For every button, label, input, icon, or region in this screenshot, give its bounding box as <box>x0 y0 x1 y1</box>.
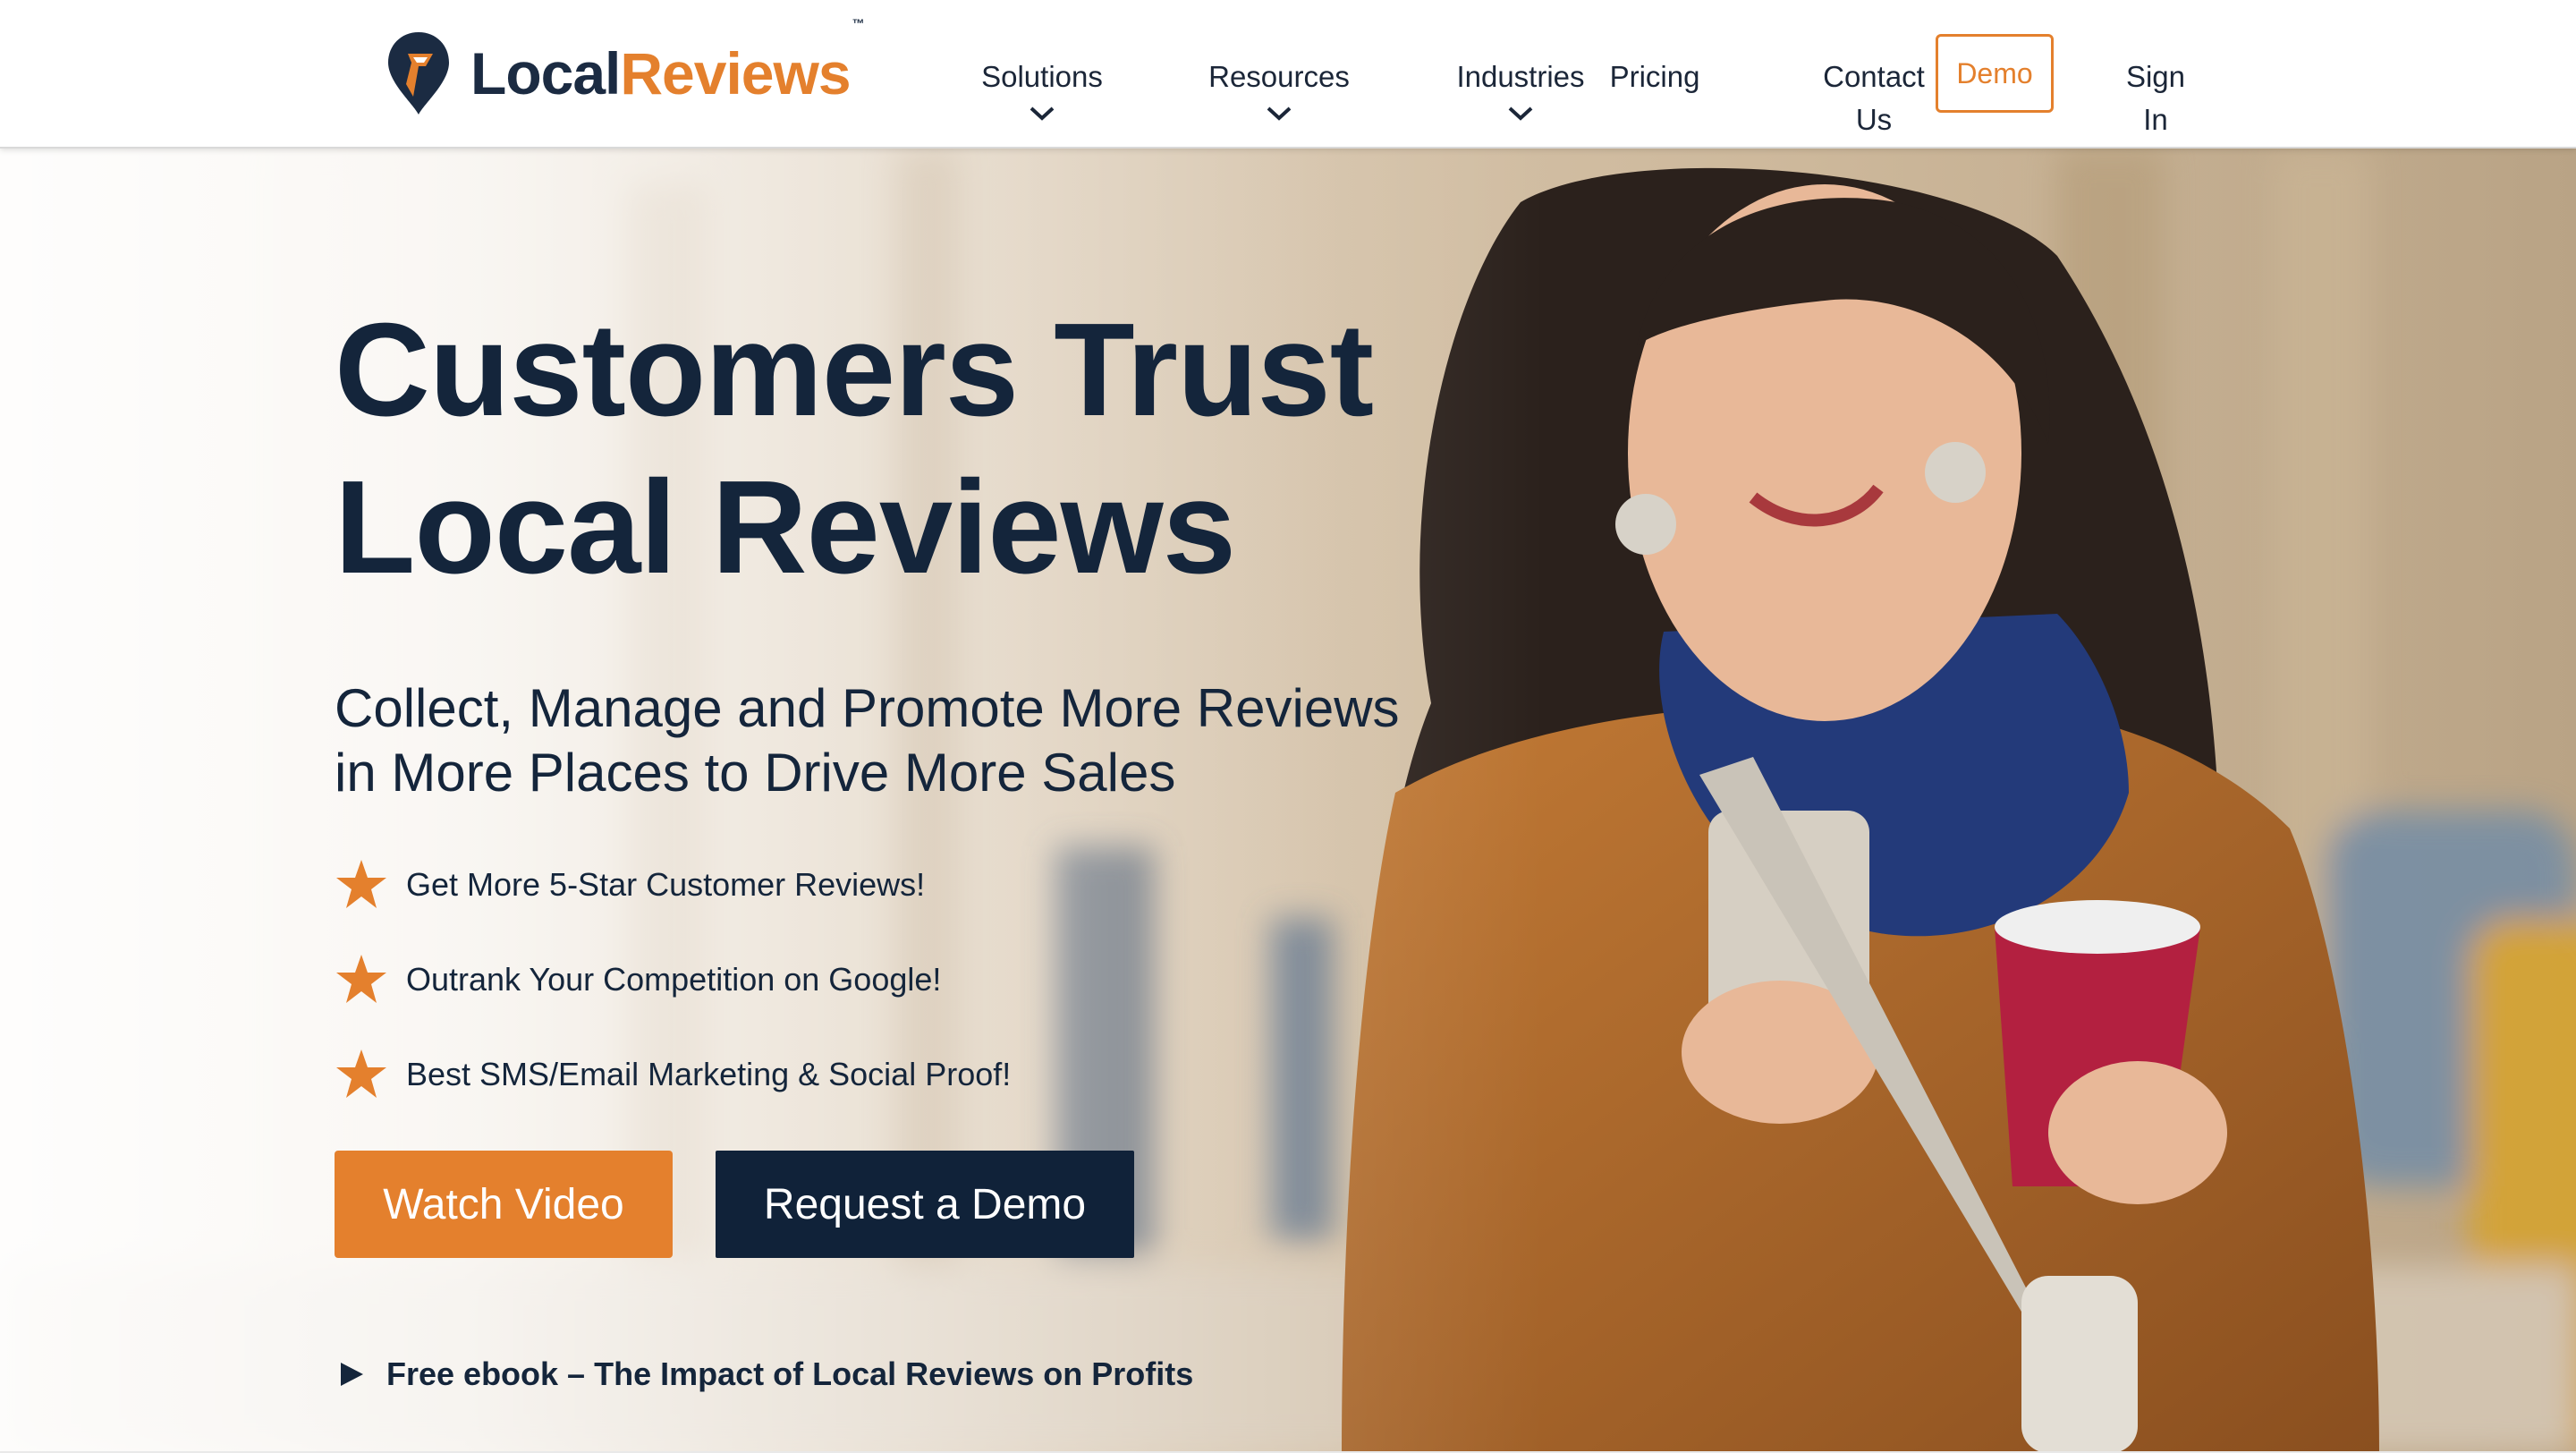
logo-wordmark: LocalReviews™ <box>470 17 865 103</box>
feature-bullet-text: Best SMS/Email Marketing & Social Proof! <box>406 1056 1012 1092</box>
nav-sign-in[interactable]: Sign In <box>2102 55 2209 141</box>
demo-button[interactable]: Demo <box>1936 34 2054 113</box>
star-icon <box>336 955 386 1003</box>
feature-bullet-text: Get More 5-Star Customer Reviews! <box>406 866 926 903</box>
free-ebook-link[interactable]: Free ebook – The Impact of Local Reviews… <box>338 1347 1193 1401</box>
sign-in-label-line2: In <box>2143 103 2168 136</box>
map-pin-logo-icon <box>388 32 449 115</box>
sign-in-label-line1: Sign <box>2125 60 2186 93</box>
star-icon <box>336 1049 386 1098</box>
nav-industries-label: Industries <box>1456 60 1585 93</box>
chevron-down-icon <box>1267 106 1292 121</box>
chevron-down-icon <box>1030 106 1055 121</box>
watch-video-button[interactable]: Watch Video <box>335 1151 673 1258</box>
free-ebook-label: Free ebook – The Impact of Local Reviews… <box>386 1355 1194 1392</box>
headline-line-2: Local Reviews <box>335 454 1236 601</box>
hero-headline: Customers Trust Local Reviews <box>335 292 1497 607</box>
headline-line-1: Customers Trust <box>335 296 1374 444</box>
nav-solutions[interactable]: Solutions <box>966 55 1118 122</box>
logo-text-reviews: Reviews <box>620 40 851 106</box>
logo-trademark: ™ <box>852 16 865 30</box>
logo-text-local: Local <box>470 40 621 106</box>
nav-pricing-label: Pricing <box>1609 60 1700 93</box>
feature-bullet: Best SMS/Email Marketing & Social Proof! <box>335 1043 1011 1106</box>
hero-section: Customers Trust Local Reviews Collect, M… <box>0 149 2576 1453</box>
nav-industries[interactable]: Industries <box>1449 55 1592 122</box>
subhead-line-2: in More Places to Drive More Sales <box>335 743 1176 803</box>
logo[interactable]: LocalReviews™ <box>386 17 865 116</box>
hero-subheadline: Collect, Manage and Promote More Reviews… <box>335 676 1515 805</box>
nav-pricing[interactable]: Pricing <box>1601 55 1708 98</box>
nav-contact-us[interactable]: Contact Us <box>1816 55 1932 141</box>
nav-resources[interactable]: Resources <box>1199 55 1360 122</box>
nav-contact-label-line1: Contact <box>1823 60 1925 93</box>
subhead-line-1: Collect, Manage and Promote More Reviews <box>335 678 1400 738</box>
chevron-down-icon <box>1508 106 1533 121</box>
play-icon <box>341 1363 363 1386</box>
nav-solutions-label: Solutions <box>981 60 1103 93</box>
request-demo-button[interactable]: Request a Demo <box>716 1151 1134 1258</box>
nav-contact-label-line2: Us <box>1855 103 1893 136</box>
nav-resources-label: Resources <box>1208 60 1350 93</box>
site-header: LocalReviews™ Solutions Resources Indust… <box>0 0 2576 149</box>
star-icon <box>336 860 386 908</box>
feature-bullet: Get More 5-Star Customer Reviews! <box>335 854 925 916</box>
feature-bullet: Outrank Your Competition on Google! <box>335 948 941 1011</box>
feature-bullet-text: Outrank Your Competition on Google! <box>406 961 942 998</box>
